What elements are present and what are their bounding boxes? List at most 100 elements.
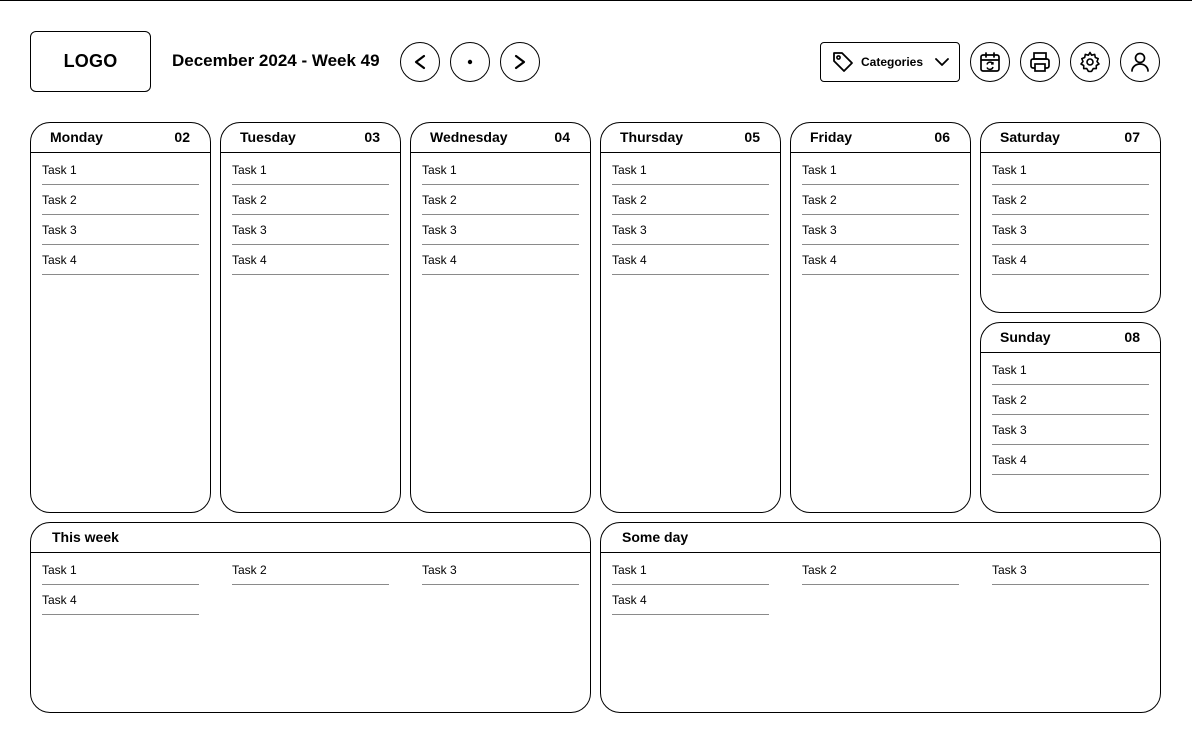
dot-icon xyxy=(467,59,473,65)
task-item[interactable]: Task 2 xyxy=(42,185,199,215)
some-day-header: Some day xyxy=(601,523,1160,553)
day-name: Saturday xyxy=(1000,129,1060,145)
calendar-sync-button[interactable] xyxy=(970,42,1010,82)
task-item[interactable]: Task 3 xyxy=(992,555,1149,585)
day-header: Friday 06 xyxy=(791,123,970,153)
this-week-title: This week xyxy=(52,529,119,545)
task-item[interactable]: Task 1 xyxy=(612,155,769,185)
day-header: Saturday 07 xyxy=(981,123,1160,153)
task-label: Task 4 xyxy=(612,253,647,267)
some-day-title: Some day xyxy=(622,529,689,545)
task-item[interactable]: Task 2 xyxy=(992,185,1149,215)
task-label: Task 3 xyxy=(992,563,1027,577)
chevron-down-icon xyxy=(935,58,949,66)
task-label: Task 4 xyxy=(612,593,647,607)
task-item[interactable]: Task 4 xyxy=(422,245,579,275)
task-label: Task 4 xyxy=(992,453,1027,467)
day-panel-monday: Monday 02 Task 1 Task 2 Task 3 Task 4 xyxy=(30,122,211,513)
task-item[interactable]: Task 1 xyxy=(42,555,199,585)
task-item[interactable]: Task 1 xyxy=(802,155,959,185)
some-day-panel: Some day Task 1 Task 2 Task 3 Task 4 xyxy=(600,522,1161,713)
day-number: 08 xyxy=(1124,329,1140,345)
task-label: Task 1 xyxy=(232,163,267,177)
task-item[interactable]: Task 4 xyxy=(992,245,1149,275)
task-label: Task 1 xyxy=(42,163,77,177)
task-label: Task 4 xyxy=(992,253,1027,267)
page-title: December 2024 - Week 49 xyxy=(172,51,380,70)
task-item[interactable]: Task 2 xyxy=(992,385,1149,415)
this-week-header: This week xyxy=(31,523,590,553)
user-button[interactable] xyxy=(1120,42,1160,82)
task-item[interactable]: Task 2 xyxy=(232,185,389,215)
task-item[interactable]: Task 3 xyxy=(992,415,1149,445)
task-item[interactable]: Task 3 xyxy=(992,215,1149,245)
tag-icon xyxy=(833,52,853,72)
task-item[interactable]: Task 1 xyxy=(612,555,769,585)
task-item[interactable]: Task 4 xyxy=(232,245,389,275)
task-item[interactable]: Task 4 xyxy=(612,245,769,275)
day-name: Thursday xyxy=(620,129,684,145)
task-item[interactable]: Task 1 xyxy=(992,355,1149,385)
settings-button[interactable] xyxy=(1070,42,1110,82)
task-label: Task 3 xyxy=(992,423,1027,437)
day-header: Thursday 05 xyxy=(601,123,780,153)
task-label: Task 4 xyxy=(42,593,77,607)
task-item[interactable]: Task 3 xyxy=(232,215,389,245)
task-label: Task 1 xyxy=(42,563,77,577)
task-item[interactable]: Task 2 xyxy=(802,185,959,215)
task-item[interactable]: Task 3 xyxy=(612,215,769,245)
day-panel-tuesday: Tuesday 03 Task 1 Task 2 Task 3 Task 4 xyxy=(220,122,401,513)
task-label: Task 1 xyxy=(612,563,647,577)
calendar-sync-icon xyxy=(980,52,1000,72)
day-number: 06 xyxy=(934,129,950,145)
task-item[interactable]: Task 1 xyxy=(422,155,579,185)
next-week-button[interactable] xyxy=(500,42,540,82)
task-label: Task 4 xyxy=(422,253,457,267)
task-item[interactable]: Task 1 xyxy=(42,155,199,185)
task-label: Task 3 xyxy=(232,223,267,237)
day-header: Monday 02 xyxy=(31,123,210,153)
task-item[interactable]: Task 3 xyxy=(422,215,579,245)
task-label: Task 2 xyxy=(802,563,837,577)
task-item[interactable]: Task 1 xyxy=(992,155,1149,185)
day-header: Sunday 08 xyxy=(981,323,1160,353)
task-item[interactable]: Task 2 xyxy=(232,555,389,585)
task-item[interactable]: Task 4 xyxy=(42,245,199,275)
day-panel-thursday: Thursday 05 Task 1 Task 2 Task 3 Task 4 xyxy=(600,122,781,513)
task-item[interactable]: Task 4 xyxy=(612,585,769,615)
task-item[interactable]: Task 1 xyxy=(232,155,389,185)
chevron-left-icon xyxy=(414,54,426,70)
task-label: Task 1 xyxy=(612,163,647,177)
task-label: Task 2 xyxy=(422,193,457,207)
task-label: Task 3 xyxy=(42,223,77,237)
day-number: 04 xyxy=(554,129,570,145)
day-panel-friday: Friday 06 Task 1 Task 2 Task 3 Task 4 xyxy=(790,122,971,513)
task-item[interactable]: Task 2 xyxy=(422,185,579,215)
categories-dropdown[interactable]: Categories xyxy=(820,42,960,82)
task-label: Task 1 xyxy=(992,163,1027,177)
task-label: Task 1 xyxy=(802,163,837,177)
task-item[interactable]: Task 2 xyxy=(612,185,769,215)
task-label: Task 3 xyxy=(802,223,837,237)
task-label: Task 1 xyxy=(992,363,1027,377)
task-label: Task 2 xyxy=(42,193,77,207)
day-header: Tuesday 03 xyxy=(221,123,400,153)
task-item[interactable]: Task 4 xyxy=(42,585,199,615)
prev-week-button[interactable] xyxy=(400,42,440,82)
print-button[interactable] xyxy=(1020,42,1060,82)
day-panel-wednesday: Wednesday 04 Task 1 Task 2 Task 3 Task 4 xyxy=(410,122,591,513)
task-item[interactable]: Task 3 xyxy=(422,555,579,585)
chevron-right-icon xyxy=(514,54,526,70)
task-item[interactable]: Task 3 xyxy=(802,215,959,245)
logo[interactable]: LOGO xyxy=(30,31,151,92)
task-item[interactable]: Task 3 xyxy=(42,215,199,245)
day-panel-sunday: Sunday 08 Task 1 Task 2 Task 3 Task 4 xyxy=(980,322,1161,513)
today-button[interactable] xyxy=(450,42,490,82)
task-item[interactable]: Task 4 xyxy=(992,445,1149,475)
task-item[interactable]: Task 2 xyxy=(802,555,959,585)
day-number: 03 xyxy=(364,129,380,145)
task-label: Task 4 xyxy=(42,253,77,267)
task-label: Task 1 xyxy=(422,163,457,177)
task-label: Task 4 xyxy=(802,253,837,267)
task-item[interactable]: Task 4 xyxy=(802,245,959,275)
